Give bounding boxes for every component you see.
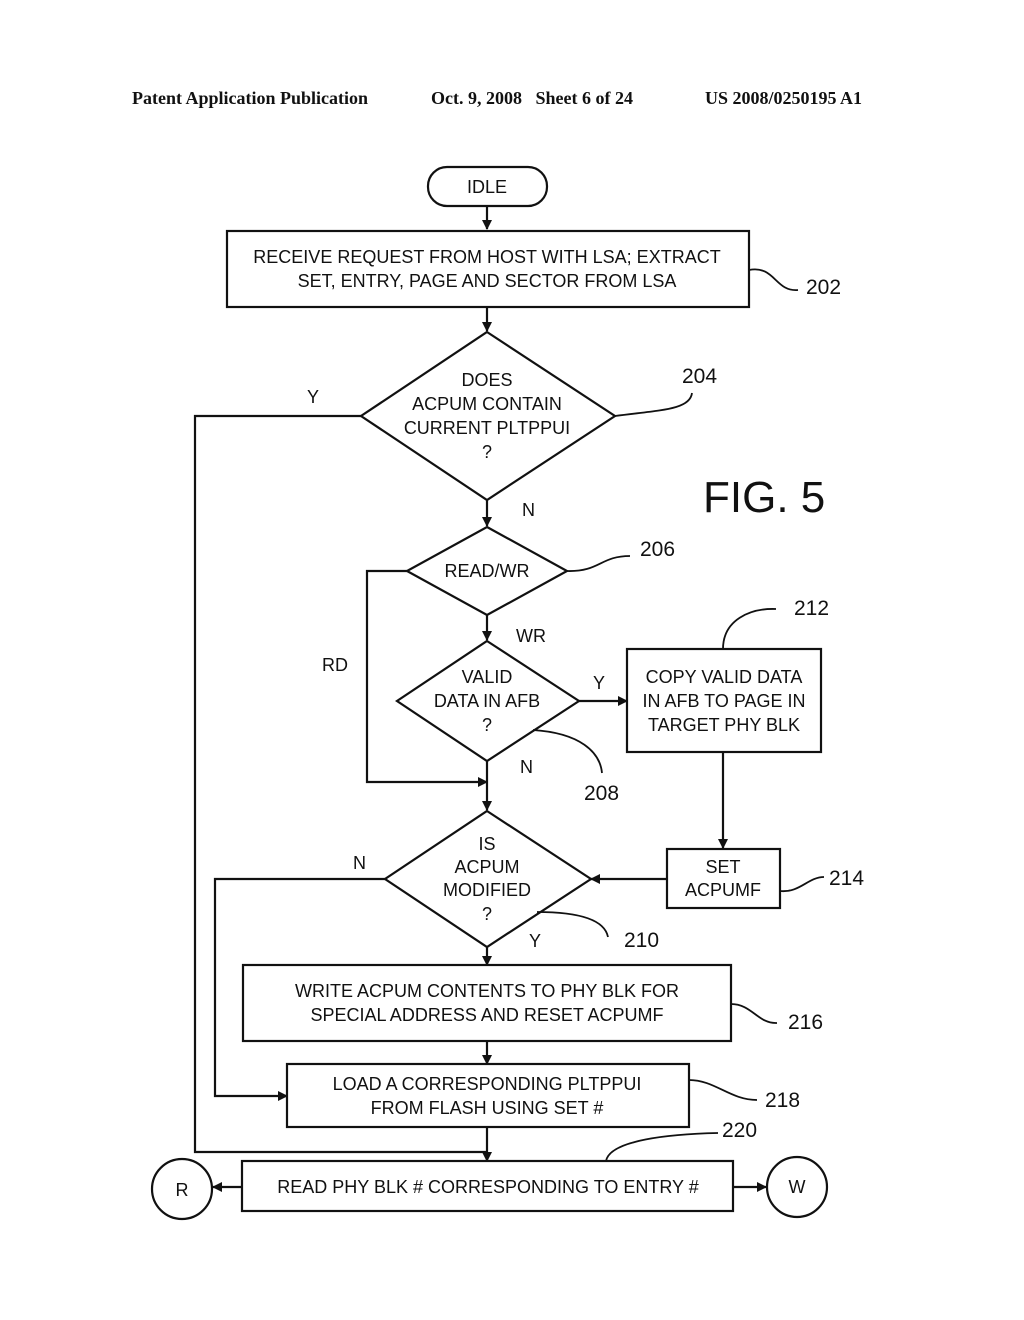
branch-208-no: N (520, 757, 533, 777)
leader-210 (536, 911, 609, 938)
process-202 (225, 229, 751, 309)
figure-label: FIG. 5 (703, 473, 825, 522)
ref-210: 210 (624, 929, 659, 952)
node-204-line-4: ? (482, 442, 492, 462)
node-218-line-2: FROM FLASH USING SET # (371, 1098, 604, 1118)
ref-214: 214 (829, 867, 864, 890)
ref-202: 202 (806, 276, 841, 299)
node-212-line-2: IN AFB TO PAGE IN (642, 691, 805, 711)
node-220-label: READ PHY BLK # CORRESPONDING TO ENTRY # (277, 1177, 698, 1197)
branch-204-yes: Y (307, 387, 319, 407)
leader-220 (605, 1132, 719, 1162)
leader-218 (688, 1079, 758, 1101)
ref-208: 208 (584, 782, 619, 805)
node-210-line-1: IS (478, 834, 495, 854)
leader-212 (722, 608, 777, 650)
ref-212: 212 (794, 597, 829, 620)
flowchart: IDLE RECEIVE REQUEST FROM HOST WITH LSA;… (150, 165, 864, 1221)
node-218-line-1: LOAD A CORRESPONDING PLTPPUI (333, 1074, 642, 1094)
decision-204 (359, 330, 618, 502)
node-216-line-1: WRITE ACPUM CONTENTS TO PHY BLK FOR (295, 981, 679, 1001)
leader-206 (566, 555, 631, 572)
leader-208 (532, 729, 603, 774)
branch-206-rd: RD (322, 655, 348, 675)
node-206-label: READ/WR (445, 561, 530, 581)
branch-210-no: N (353, 853, 366, 873)
ref-220: 220 (722, 1119, 757, 1142)
node-210-line-3: MODIFIED (443, 880, 531, 900)
node-214-line-2: ACPUMF (685, 880, 761, 900)
connector-w-label: W (789, 1177, 806, 1197)
node-212-line-1: COPY VALID DATA (646, 667, 803, 687)
node-202-line-2: SET, ENTRY, PAGE AND SECTOR FROM LSA (298, 271, 677, 291)
leader-214 (779, 876, 825, 892)
branch-210-yes: Y (529, 931, 541, 951)
node-208-line-2: DATA IN AFB (434, 691, 540, 711)
node-214-line-1: SET (705, 857, 740, 877)
idle-label: IDLE (467, 177, 507, 197)
ref-204: 204 (682, 365, 717, 388)
node-210-line-4: ? (482, 904, 492, 924)
branch-206-wr: WR (516, 626, 546, 646)
process-216 (241, 963, 733, 1043)
branch-204-no: N (522, 500, 535, 520)
node-208-line-1: VALID (462, 667, 513, 687)
decision-210 (383, 809, 594, 949)
ref-216: 216 (788, 1011, 823, 1034)
node-204-line-3: CURRENT PLTPPUI (404, 418, 570, 438)
node-208-line-3: ? (482, 715, 492, 735)
leader-216 (730, 1003, 778, 1024)
node-212-line-3: TARGET PHY BLK (648, 715, 800, 735)
leader-202 (748, 268, 799, 291)
node-216-line-2: SPECIAL ADDRESS AND RESET ACPUMF (310, 1005, 663, 1025)
leader-204 (614, 392, 693, 417)
node-204-line-1: DOES (461, 370, 512, 390)
node-204-line-2: ACPUM CONTAIN (412, 394, 562, 414)
ref-206: 206 (640, 538, 675, 561)
ref-218: 218 (765, 1089, 800, 1112)
branch-208-yes: Y (593, 673, 605, 693)
node-210-line-2: ACPUM (454, 857, 519, 877)
node-202-line-1: RECEIVE REQUEST FROM HOST WITH LSA; EXTR… (253, 247, 720, 267)
connector-r-label: R (176, 1180, 189, 1200)
